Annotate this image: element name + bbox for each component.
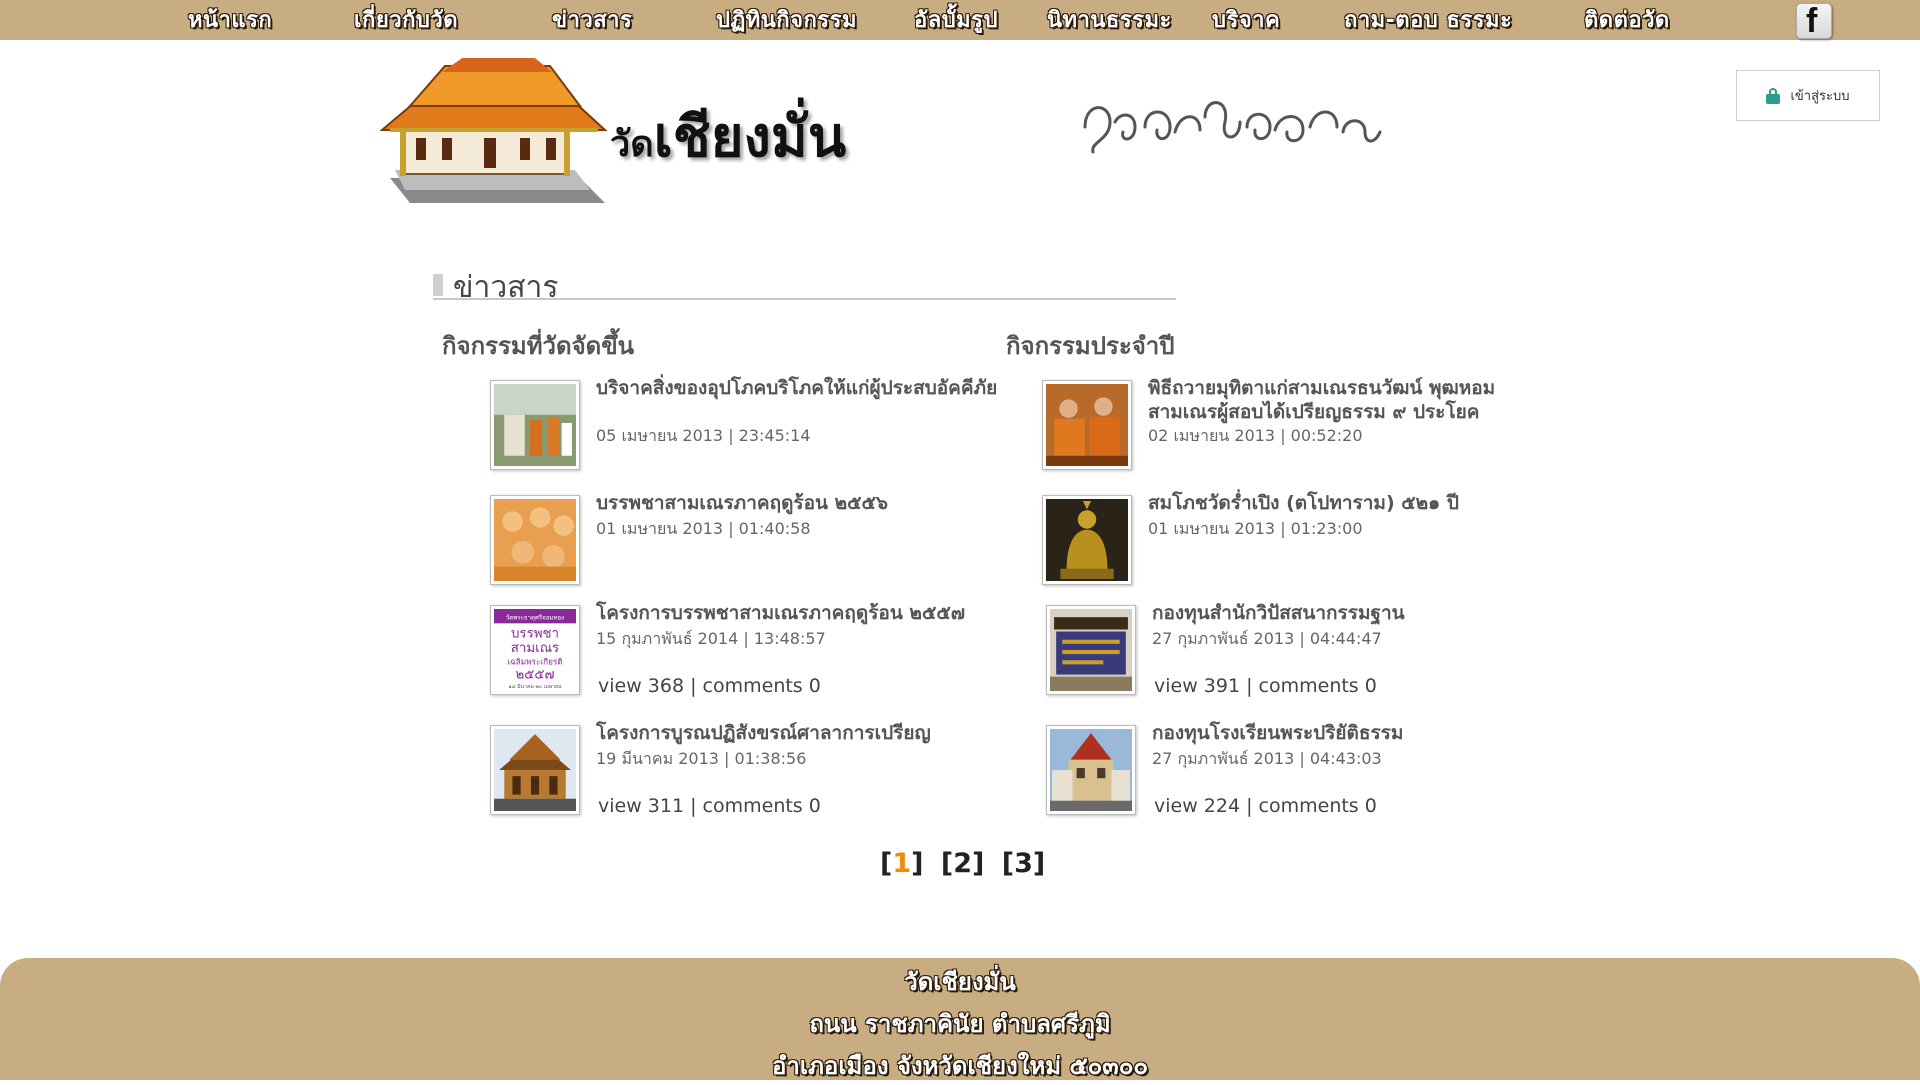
news-item[interactable]: สมโภชวัดร่ำเปิง (ตโปทาราม) ๕๒๑ ปี 01 เมษ… [1042,492,1602,595]
news-item[interactable]: พิธีถวายมุทิตาแก่สามเณรธนวัฒน์ พุฒหอม สา… [1042,377,1602,480]
poster-bottom: ๑๘ มีนาคม-๒๐ เมษายน [508,683,562,690]
lock-icon [1766,87,1781,104]
news-date: 19 มีนาคม 2013 | 01:38:56 [596,749,807,768]
site-title: วัดเชียงมั่น [610,92,846,181]
news-date: 27 กุมภาพันธ์ 2013 | 04:43:03 [1152,749,1382,768]
nav-donate[interactable]: บริจาค [1212,6,1280,36]
news-item[interactable]: บริจาคสิ่งของอุปโภคบริโภคให้แก่ผู้ประสบอ… [490,377,1050,480]
news-meta: view 224 | comments 0 [1154,795,1377,817]
temple-logo[interactable] [380,58,610,208]
nav-dharma-tales[interactable]: นิทานธรรมะ [1047,6,1172,36]
site-title-prefix: วัด [610,123,654,165]
news-thumbnail[interactable] [490,495,580,585]
news-date: 15 กุมภาพันธ์ 2014 | 13:48:57 [596,629,826,648]
news-title[interactable]: พิธีถวายมุทิตาแก่สามเณรธนวัฒน์ พุฒหอม สา… [1148,376,1568,424]
news-thumbnail[interactable] [490,380,580,470]
news-item[interactable]: วัดพระธาตุศรีจอมทอง บรรพชา สามเณร เฉลิมพ… [490,602,1050,705]
footer-address-1: ถนน ราชภาคินัย ตำบลศรีภูมิ [809,1010,1111,1038]
login-button[interactable]: เข้าสู่ระบบ [1736,70,1880,121]
page-link-2[interactable]: [2] [941,848,984,879]
news-title[interactable]: บริจาคสิ่งของอุปโภคบริโภคให้แก่ผู้ประสบอ… [596,376,1016,400]
page-link-3-number[interactable]: 3 [1014,848,1033,879]
news-date: 27 กุมภาพันธ์ 2013 | 04:44:47 [1152,629,1382,648]
news-thumbnail[interactable] [1042,495,1132,585]
nav-home[interactable]: หน้าแรก [188,6,272,36]
footer: วัดเชียงมั่น ถนน ราชภาคินัย ตำบลศรีภูมิ … [0,958,1920,1080]
news-date: 05 เมษายน 2013 | 23:45:14 [596,426,811,445]
news-title[interactable]: กองทุนสำนักวิปัสสนากรรมฐาน [1152,601,1572,625]
news-title[interactable]: สมโภชวัดร่ำเปิง (ตโปทาราม) ๕๒๑ ปี [1148,491,1568,515]
top-nav-bar: หน้าแรก เกี่ยวกับวัด ข่าวสาร ปฏิทินกิจกร… [0,0,1920,40]
pagination: [1] [2] [3] [880,848,1053,879]
nav-calendar[interactable]: ปฏิทินกิจกรรม [716,6,857,36]
news-title[interactable]: กองทุนโรงเรียนพระปริยัติธรรม [1152,721,1572,745]
news-thumbnail[interactable] [1042,380,1132,470]
page-link-1[interactable]: [1] [880,848,923,879]
news-date: 01 เมษายน 2013 | 01:40:58 [596,519,811,538]
left-column-title: กิจกรรมที่วัดจัดขึ้น [442,332,635,360]
poster-line4: ๒๕๕๗ [516,668,555,683]
page-link-3[interactable]: [3] [1002,848,1045,879]
news-title[interactable]: บรรพชาสามเณรภาคฤดูร้อน ๒๕๕๖ [596,491,1016,515]
page-link-2-number[interactable]: 2 [953,848,972,879]
news-meta: view 368 | comments 0 [598,675,821,697]
site-title-main: เชียงมั่น [653,104,847,170]
news-thumbnail[interactable] [490,725,580,815]
nav-about[interactable]: เกี่ยวกับวัด [354,6,458,36]
news-meta: view 311 | comments 0 [598,795,821,817]
login-label: เข้าสู่ระบบ [1790,89,1850,104]
section-header: ข่าวสาร [433,262,1176,305]
news-thumbnail[interactable] [1046,725,1136,815]
news-title[interactable]: โครงการบรรพชาสามเณรภาคฤดูร้อน ๒๕๕๗ [596,601,1016,625]
news-meta: view 391 | comments 0 [1154,675,1377,697]
nav-album[interactable]: อัลบั้มรูป [914,6,998,36]
news-thumbnail[interactable]: วัดพระธาตุศรีจอมทอง บรรพชา สามเณร เฉลิมพ… [490,605,580,695]
lanna-script-logo [1083,101,1382,154]
section-marker [433,274,443,296]
facebook-icon[interactable]: f [1796,2,1832,40]
footer-name: วัดเชียงมั่น [904,968,1016,996]
news-item[interactable]: กองทุนสำนักวิปัสสนากรรมฐาน 27 กุมภาพันธ์… [1046,602,1606,705]
news-title[interactable]: โครงการบูรณปฏิสังขรณ์ศาลาการเปรียญ [596,721,1016,745]
news-item[interactable]: บรรพชาสามเณรภาคฤดูร้อน ๒๕๕๖ 01 เมษายน 20… [490,492,1050,595]
nav-contact[interactable]: ติดต่อวัด [1584,6,1670,36]
news-date: 02 เมษายน 2013 | 00:52:20 [1148,426,1363,445]
news-item[interactable]: โครงการบูรณปฏิสังขรณ์ศาลาการเปรียญ 19 มี… [490,722,1050,825]
poster-line2: สามเณร [511,641,559,656]
news-thumbnail[interactable] [1046,605,1136,695]
nav-qa[interactable]: ถาม-ตอบ ธรรมะ [1344,6,1512,36]
footer-address-2: อำเภอเมือง จังหวัดเชียงใหม่ ๕๐๓๐๐ [771,1052,1148,1080]
poster-top: วัดพระธาตุศรีจอมทอง [506,613,564,621]
news-item[interactable]: กองทุนโรงเรียนพระปริยัติธรรม 27 กุมภาพัน… [1046,722,1606,825]
section-title: ข่าวสาร [453,270,559,305]
page-link-1-number[interactable]: 1 [892,848,911,879]
right-column-title: กิจกรรมประจำปี [1006,332,1175,360]
nav-news[interactable]: ข่าวสาร [552,6,632,36]
news-date: 01 เมษายน 2013 | 01:23:00 [1148,519,1363,538]
poster-line3: เฉลิมพระเกียรติ [507,656,562,666]
poster-line1: บรรพชา [511,627,559,642]
